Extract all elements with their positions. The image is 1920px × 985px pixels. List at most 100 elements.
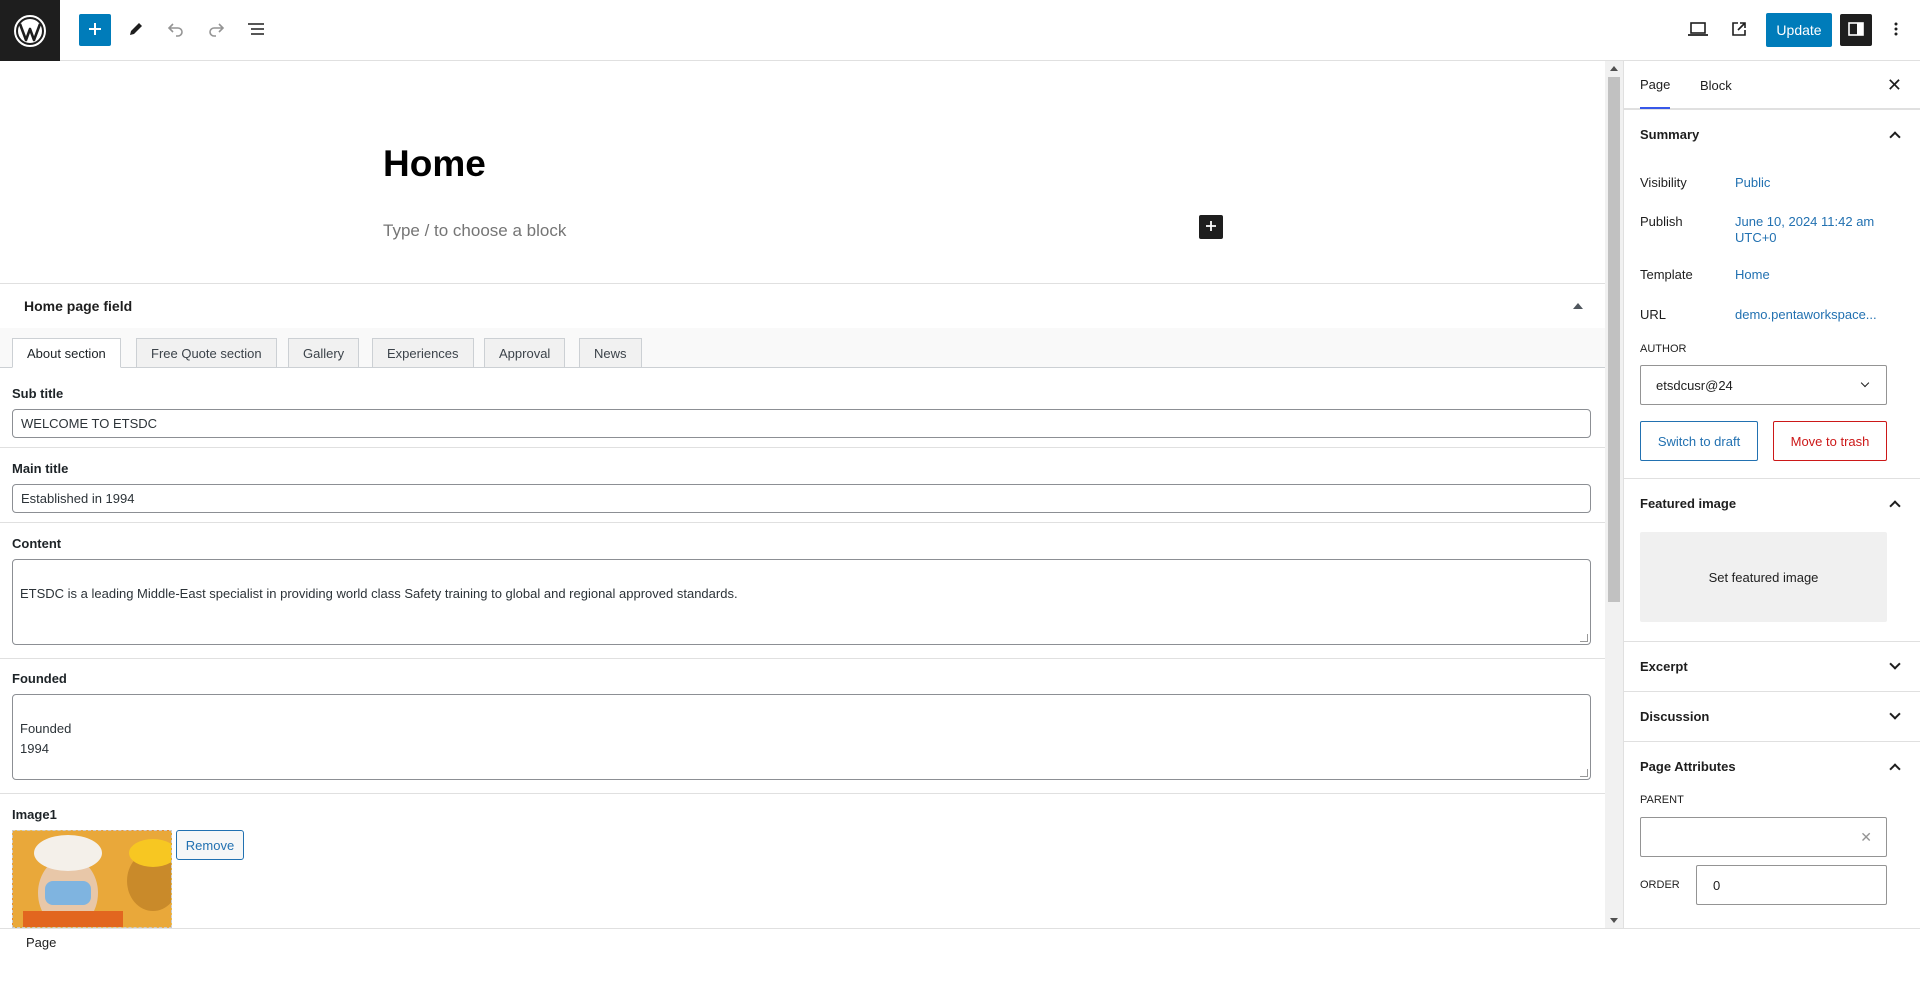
chevron-down-icon <box>1889 658 1901 670</box>
parent-input[interactable]: ✕ <box>1640 817 1887 857</box>
tab-free-quote-section[interactable]: Free Quote section <box>136 338 277 368</box>
inline-inserter-button[interactable] <box>1199 215 1223 239</box>
tab-page[interactable]: Page <box>1640 61 1671 109</box>
plus-icon <box>1205 220 1217 235</box>
document-overview-button[interactable] <box>240 14 272 46</box>
featured-image-title: Featured image <box>1640 496 1737 511</box>
redo-icon <box>207 20 225 41</box>
move-to-trash-button[interactable]: Move to trash <box>1773 421 1887 461</box>
excerpt-panel-header[interactable]: Excerpt <box>1624 641 1920 691</box>
tab-gallery[interactable]: Gallery <box>288 338 360 368</box>
parent-label: PARENT <box>1640 794 1684 806</box>
settings-toggle-button[interactable] <box>1840 14 1872 46</box>
block-inserter-button[interactable] <box>79 14 111 46</box>
scroll-up-icon[interactable] <box>1610 66 1618 71</box>
page-title[interactable]: Home <box>383 143 486 185</box>
more-vertical-icon <box>1893 20 1899 41</box>
visibility-label: Visibility <box>1640 175 1687 190</box>
main-title-label: Main title <box>12 461 69 476</box>
divider <box>0 793 1605 794</box>
external-link-icon <box>1730 20 1748 41</box>
tab-about-section[interactable]: About section <box>12 338 121 368</box>
tab-block[interactable]: Block <box>1700 61 1732 109</box>
clear-icon[interactable]: ✕ <box>1860 829 1872 846</box>
visibility-value[interactable]: Public <box>1735 175 1905 191</box>
excerpt-title: Excerpt <box>1640 659 1688 674</box>
image1-field: Image1 <box>12 807 1591 822</box>
main-title-field: Main title Established in 1994 <box>12 461 1591 513</box>
discussion-title: Discussion <box>1640 709 1710 724</box>
chevron-down-icon <box>1860 378 1870 388</box>
publish-label: Publish <box>1640 214 1683 229</box>
publish-value[interactable]: June 10, 2024 11:42 am UTC+0 <box>1735 214 1905 246</box>
page-attributes-title: Page Attributes <box>1640 759 1736 774</box>
template-value[interactable]: Home <box>1735 267 1905 283</box>
switch-to-draft-button[interactable]: Switch to draft <box>1640 421 1758 461</box>
pencil-icon <box>127 20 145 41</box>
divider <box>0 447 1605 448</box>
scroll-down-icon[interactable] <box>1610 918 1618 923</box>
redo-button[interactable] <box>200 14 232 46</box>
caret-up-icon[interactable] <box>1573 303 1583 309</box>
featured-image-panel-header[interactable]: Featured image <box>1624 478 1920 528</box>
tools-button[interactable] <box>120 14 152 46</box>
founded-text: Founded 1994 <box>20 721 72 756</box>
tab-experiences[interactable]: Experiences <box>372 338 474 368</box>
content-field: Content ETSDC is a leading Middle-East s… <box>12 536 1591 645</box>
chevron-up-icon <box>1889 131 1901 143</box>
breadcrumb-page[interactable]: Page <box>26 935 56 950</box>
image1-label: Image1 <box>12 807 57 822</box>
metabox-title: Home page field <box>24 298 133 314</box>
sub-title-label: Sub title <box>12 386 64 401</box>
sub-title-field: Sub title WELCOME TO ETSDC <box>12 386 1591 438</box>
content-textarea[interactable]: ETSDC is a leading Middle-East specialis… <box>12 559 1591 645</box>
options-button[interactable] <box>1880 14 1912 46</box>
discussion-panel-header[interactable]: Discussion <box>1624 691 1920 741</box>
plus-icon <box>87 21 103 40</box>
author-label: AUTHOR <box>1640 343 1687 355</box>
sub-title-input[interactable]: WELCOME TO ETSDC <box>12 409 1591 438</box>
metabox-tabs: About section Free Quote section Gallery… <box>0 328 1605 368</box>
default-block-appender[interactable]: Type / to choose a block <box>383 221 566 241</box>
chevron-down-icon <box>1889 708 1901 720</box>
order-label: ORDER <box>1640 879 1680 891</box>
main-title-input[interactable]: Established in 1994 <box>12 484 1591 513</box>
tab-news[interactable]: News <box>579 338 642 368</box>
list-view-icon <box>246 20 266 41</box>
founded-textarea[interactable]: Founded 1994 <box>12 694 1591 780</box>
order-input[interactable]: 0 <box>1696 865 1887 905</box>
editor-top-toolbar: Update <box>0 0 1920 61</box>
block-breadcrumb-footer: Page <box>0 928 1920 985</box>
url-label: URL <box>1640 307 1667 322</box>
summary-panel-header[interactable]: Summary <box>1624 109 1920 159</box>
editor-canvas: Home Type / to choose a block Home page … <box>0 61 1605 928</box>
divider <box>0 522 1605 523</box>
content-label: Content <box>12 536 62 551</box>
metabox-header[interactable]: Home page field <box>0 284 1605 328</box>
undo-button[interactable] <box>160 14 192 46</box>
page-attributes-panel-header[interactable]: Page Attributes <box>1624 741 1920 791</box>
founded-label: Founded <box>12 671 67 686</box>
settings-sidebar: Page Block ✕ Summary Visibility Public P… <box>1623 61 1920 928</box>
update-button[interactable]: Update <box>1766 13 1832 47</box>
close-icon[interactable]: ✕ <box>1887 76 1902 94</box>
summary-title: Summary <box>1640 127 1700 142</box>
resize-handle-icon[interactable] <box>1580 634 1588 642</box>
sidebar-icon <box>1847 20 1865 41</box>
view-page-button[interactable] <box>1723 14 1755 46</box>
chevron-up-icon <box>1889 763 1901 775</box>
scrollbar-thumb[interactable] <box>1608 77 1620 602</box>
sidebar-tabs: Page Block ✕ <box>1624 61 1920 109</box>
tab-approval[interactable]: Approval <box>484 338 566 368</box>
author-value: etsdcusr@24 <box>1656 377 1733 393</box>
resize-handle-icon[interactable] <box>1580 769 1588 777</box>
laptop-icon <box>1687 20 1709 41</box>
url-value[interactable]: demo.pentaworkspace... <box>1735 307 1905 323</box>
set-featured-image-button[interactable]: Set featured image <box>1640 532 1887 622</box>
image1-thumbnail[interactable] <box>12 830 172 928</box>
preview-button[interactable] <box>1682 14 1714 46</box>
remove-image-button[interactable]: Remove <box>176 830 244 860</box>
editor-scrollbar[interactable] <box>1605 61 1623 928</box>
author-select[interactable]: etsdcusr@24 <box>1640 365 1887 405</box>
wordpress-logo-icon[interactable] <box>0 0 60 61</box>
